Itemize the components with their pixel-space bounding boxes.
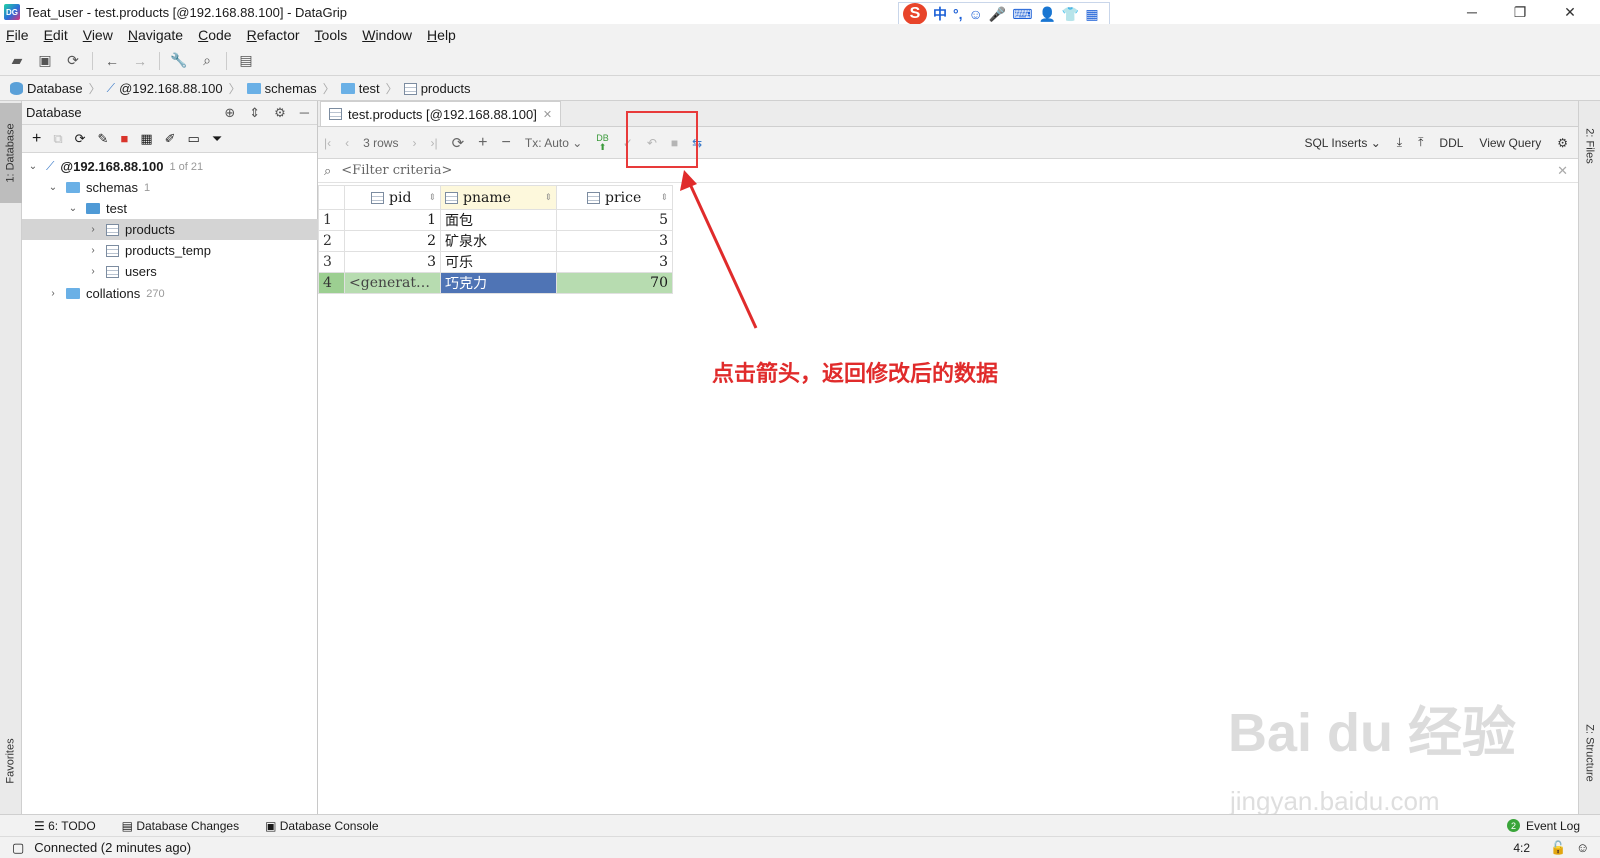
baidu-watermark: Bai du 经验: [1228, 703, 1517, 763]
todo-tool-tab[interactable]: ☰ 6: TODO: [34, 819, 96, 833]
event-log-tool-tab[interactable]: 2 Event Log: [1506, 819, 1580, 833]
event-count-badge: 2: [1506, 819, 1520, 832]
cursor-position[interactable]: 4:2: [1513, 841, 1530, 855]
database-changes-tool-tab[interactable]: ▤ Database Changes: [122, 819, 239, 833]
annotation-text: 点击箭头，返回修改后的数据: [712, 361, 999, 386]
baidu-watermark-url: jingyan.baidu.com: [1230, 786, 1440, 816]
lock-icon[interactable]: 🔓: [1550, 840, 1566, 856]
inspector-icon[interactable]: ☺: [1576, 840, 1589, 855]
status-bar: ▢ Connected (2 minutes ago) 4:2 🔓 ☺: [0, 836, 1600, 858]
bottom-tool-bar: ☰ 6: TODO ▤ Database Changes ▣ Database …: [0, 814, 1600, 836]
status-window-icon[interactable]: ▢: [12, 840, 24, 856]
connection-status: Connected (2 minutes ago): [34, 840, 192, 855]
database-console-tool-tab[interactable]: ▣ Database Console: [265, 819, 378, 833]
annotation-arrow-line: [688, 183, 758, 329]
annotation-arrow-head: [680, 170, 697, 191]
